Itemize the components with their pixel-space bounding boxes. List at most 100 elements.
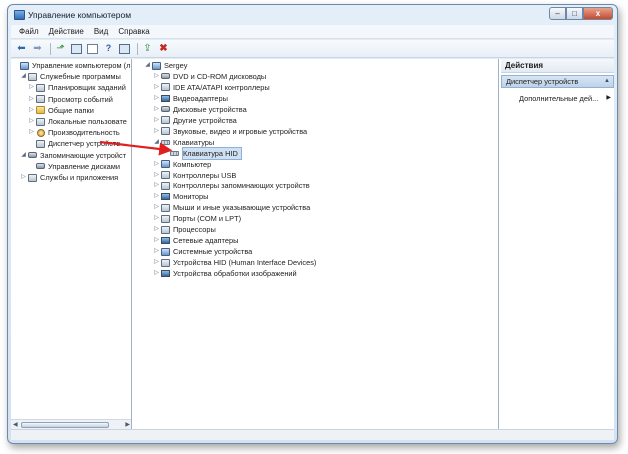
hid-icon	[161, 258, 170, 267]
expand-toggle-icon[interactable]: ▷	[153, 246, 160, 257]
tree-item[interactable]: ▷ Дисковые устройства	[153, 104, 247, 115]
tree-item[interactable]: ▷ Мониторы	[153, 191, 208, 202]
tree-item[interactable]: ▷ IDE ATA/ATAPI контроллеры	[153, 82, 270, 93]
help-pane-icon[interactable]	[118, 42, 131, 55]
tree-item-label: Сетевые адаптеры	[173, 236, 239, 246]
tree-item[interactable]: ▷ DVD и CD-ROM дисководы	[153, 71, 266, 82]
minimize-button[interactable]: –	[549, 7, 566, 20]
expand-toggle-icon[interactable]: ◢	[153, 137, 160, 148]
tree-item[interactable]: ▷ Общие папки	[28, 105, 94, 116]
tree-item[interactable]: ▷ Звуковые, видео и игровые устройства	[153, 126, 307, 137]
expand-toggle-icon[interactable]: ▷	[20, 172, 27, 183]
expand-toggle-icon[interactable]: ◢	[144, 60, 151, 71]
tree-item[interactable]: ◢ Sergey	[144, 60, 187, 71]
tree-item[interactable]: ▷ Устройства обработки изображений	[153, 268, 296, 279]
computer-icon	[152, 61, 161, 70]
tree-item[interactable]: ▷ Просмотр событий	[28, 94, 113, 105]
device-tree-pane: ◢ Sergey ▷ DVD и CD-ROM дисководы ▷ IDE ATA/A…	[134, 59, 499, 429]
tree-item[interactable]: ▷ Службы и приложения	[20, 172, 118, 183]
help-icon[interactable]: ?	[102, 42, 115, 55]
menu-view[interactable]: Вид	[89, 27, 113, 36]
scroll-left-icon[interactable]: ◀	[13, 421, 18, 428]
tree-item[interactable]: ▷ Планировщик заданий	[28, 82, 126, 93]
tree-item-label: Дисковые устройства	[173, 104, 247, 114]
scrollbar-thumb[interactable]	[21, 422, 109, 428]
tree-item-label: Планировщик заданий	[48, 83, 126, 93]
title-bar[interactable]: Управление компьютером – □ x	[8, 5, 617, 25]
back-arrow-icon[interactable]: ⬅	[15, 42, 28, 55]
uninstall-device-icon[interactable]: ✖	[157, 42, 170, 55]
expand-toggle-icon[interactable]: ▷	[153, 224, 160, 235]
tree-item[interactable]: ▷ Мыши и иные указывающие устройства	[153, 202, 310, 213]
expand-toggle-icon[interactable]: ▷	[28, 105, 35, 116]
tree-item[interactable]: ▷ Видеоадаптеры	[153, 93, 228, 104]
expand-toggle-icon[interactable]: ▷	[28, 127, 35, 138]
toolbar-separator	[137, 42, 138, 55]
horizontal-scrollbar[interactable]: ◀ ▶	[11, 419, 131, 429]
expand-toggle-icon[interactable]: ◢	[20, 150, 27, 161]
expand-toggle-icon[interactable]: ▷	[153, 82, 160, 93]
actions-pane: Действия Диспетчер устройств ▲ Дополните…	[501, 59, 614, 429]
tree-item[interactable]: ▷ Системные устройства	[153, 246, 252, 257]
tree-item[interactable]: ▷ Другие устройства	[153, 115, 237, 126]
maximize-button[interactable]: □	[566, 7, 583, 20]
collapse-triangle-icon[interactable]: ▲	[604, 76, 610, 87]
tree-item[interactable]: ▷ Компьютер	[153, 159, 211, 170]
tree-item-label: Системные устройства	[173, 247, 253, 257]
menu-file[interactable]: Файл	[14, 27, 44, 36]
more-actions-item[interactable]: Дополнительные дей... ▶	[519, 93, 614, 104]
tree-item-label: Службы и приложения	[40, 173, 119, 182]
expand-toggle-icon[interactable]: ▷	[153, 71, 160, 82]
tree-item[interactable]: Управление компьютером (л	[12, 60, 130, 71]
storage-icon	[28, 151, 37, 160]
expand-toggle-icon[interactable]: ◢	[20, 71, 27, 82]
tree-item-label: Производительность	[48, 128, 120, 138]
tree-item[interactable]: ◢ Запоминающие устройст	[20, 150, 126, 161]
scroll-right-icon[interactable]: ▶	[125, 421, 130, 428]
tree-item[interactable]: ▷ Сетевые адаптеры	[153, 235, 238, 246]
window-title: Управление компьютером	[28, 10, 132, 20]
expand-toggle-icon[interactable]: ▷	[153, 126, 160, 137]
tree-item[interactable]: ▷ Локальные пользовате	[28, 116, 127, 127]
tree-item[interactable]: ▷ Контроллеры запоминающих устройств	[153, 180, 310, 191]
expand-toggle-icon[interactable]: ▷	[153, 170, 160, 181]
expand-toggle-icon[interactable]: ▷	[153, 104, 160, 115]
tree-item[interactable]: ▷ Процессоры	[153, 224, 216, 235]
forward-arrow-icon[interactable]: ➡	[31, 42, 44, 55]
imaging-icon	[161, 269, 170, 278]
expand-toggle-icon[interactable]: ▷	[153, 159, 160, 170]
tree-item[interactable]: ▷ Производительность	[28, 127, 120, 138]
tree-item[interactable]: ◢ Служебные программы	[20, 71, 121, 82]
tree-item[interactable]: ▷ Порты (COM и LPT)	[153, 213, 241, 224]
tree-item-label: IDE ATA/ATAPI контроллеры	[173, 82, 270, 92]
close-button[interactable]: x	[583, 7, 613, 20]
expand-toggle-icon[interactable]: ▷	[153, 115, 160, 126]
show-hide-tree-icon[interactable]	[70, 42, 83, 55]
expand-toggle-icon[interactable]: ▷	[153, 191, 160, 202]
tree-item[interactable]: Диспетчер устройств	[28, 138, 120, 149]
actions-device-manager[interactable]: Диспетчер устройств ▲	[501, 75, 614, 88]
expand-toggle-icon[interactable]: ▷	[153, 268, 160, 279]
properties-icon[interactable]	[86, 42, 99, 55]
task-scheduler-icon	[36, 83, 45, 92]
up-level-icon[interactable]: ⬏	[54, 42, 67, 55]
expand-toggle-icon[interactable]: ▷	[153, 257, 160, 268]
expand-toggle-icon[interactable]: ▷	[28, 116, 35, 127]
expand-toggle-icon[interactable]: ▷	[28, 82, 35, 93]
tools-icon	[28, 72, 37, 81]
expand-toggle-icon[interactable]: ▷	[28, 94, 35, 105]
menu-help[interactable]: Справка	[113, 27, 154, 36]
expand-toggle-icon[interactable]: ▷	[153, 213, 160, 224]
tree-item-label: Компьютер	[173, 159, 212, 169]
window-controls: – □ x	[549, 7, 613, 20]
tree-item[interactable]: ▷ Устройства HID (Human Interface Devices…	[153, 257, 316, 268]
expand-toggle-icon[interactable]: ▷	[153, 93, 160, 104]
tree-item[interactable]: ▷ Контроллеры USB	[153, 170, 236, 181]
tree-item[interactable]: Управление дисками	[28, 161, 120, 172]
update-driver-icon[interactable]: ⇪	[141, 42, 154, 55]
menu-action[interactable]: Действие	[44, 27, 89, 36]
expand-toggle-icon[interactable]: ▷	[153, 202, 160, 213]
tree-item[interactable]: Клавиатура HID	[162, 146, 242, 160]
expand-toggle-icon[interactable]: ▷	[153, 180, 160, 191]
expand-toggle-icon[interactable]: ▷	[153, 235, 160, 246]
